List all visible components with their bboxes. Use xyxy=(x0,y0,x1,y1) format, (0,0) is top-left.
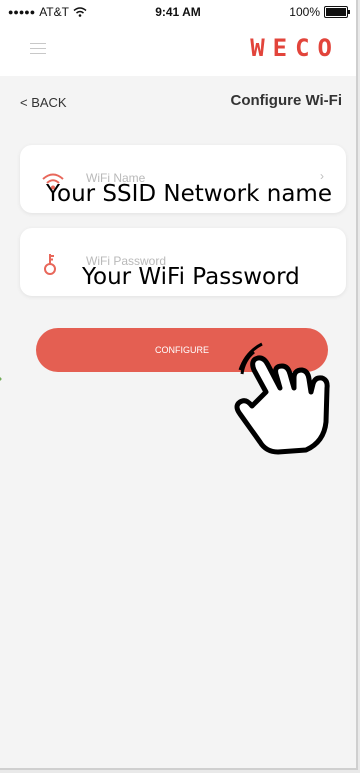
wifi-password-field[interactable]: WiFi Password Your WiFi Password xyxy=(20,228,346,296)
phone-screen: ●●●●● AT&T 9:41 AM 100% WECO < BACK Conf… xyxy=(0,0,358,770)
weco-logo: WECO xyxy=(250,34,340,62)
password-annotation: Your WiFi Password xyxy=(82,264,300,290)
side-arrow-icon: › xyxy=(0,370,2,388)
nav-row: < BACK Configure Wi-Fi xyxy=(0,86,356,116)
wifi-name-field[interactable]: WiFi Name › Your SSID Network name xyxy=(20,145,346,213)
page-title: Configure Wi-Fi xyxy=(230,92,342,109)
ssid-annotation: Your SSID Network name xyxy=(46,181,332,207)
status-bar: ●●●●● AT&T 9:41 AM 100% xyxy=(0,0,356,26)
battery-percent: 100% xyxy=(289,5,320,19)
back-button[interactable]: < BACK xyxy=(20,95,67,110)
pointing-hand-icon xyxy=(234,342,330,455)
key-icon xyxy=(44,254,56,275)
status-right: 100% xyxy=(289,5,350,19)
battery-icon xyxy=(324,6,350,18)
hamburger-menu-icon[interactable] xyxy=(30,43,46,55)
app-header: WECO xyxy=(0,26,356,76)
